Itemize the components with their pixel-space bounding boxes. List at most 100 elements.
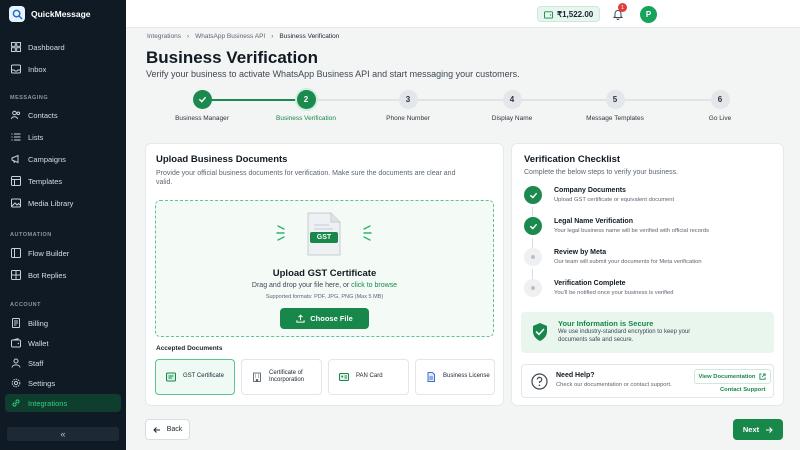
sidebar-item-staff[interactable]: Staff bbox=[5, 354, 121, 372]
step-display-name[interactable]: 4 Display Name bbox=[472, 90, 552, 123]
next-label: Next bbox=[742, 425, 760, 434]
doc-option-pan-card[interactable]: PAN Card bbox=[328, 359, 409, 395]
step-label: Business Verification bbox=[276, 115, 336, 122]
sidebar-collapse-button[interactable]: « bbox=[7, 427, 119, 441]
sidebar-item-flow-builder[interactable]: Flow Builder bbox=[5, 244, 121, 262]
nav-section-automation: AUTOMATION bbox=[10, 232, 52, 238]
sidebar-item-bot-replies[interactable]: Bot Replies bbox=[5, 266, 121, 284]
sidebar-item-lists[interactable]: Lists bbox=[5, 128, 121, 146]
doc-option-label: Business License bbox=[443, 373, 490, 380]
sidebar-item-wallet[interactable]: Wallet bbox=[5, 334, 121, 352]
step-go-live[interactable]: 6 Go Live bbox=[680, 90, 760, 123]
license-document-icon bbox=[427, 372, 435, 382]
media-icon bbox=[11, 198, 21, 208]
sidebar-item-media-library[interactable]: Media Library bbox=[5, 194, 121, 212]
sidebar: QuickMessage Dashboard Inbox MESSAGING C… bbox=[0, 0, 126, 450]
shield-check-icon bbox=[533, 323, 547, 341]
upload-documents-card: Upload Business Documents Provide your o… bbox=[145, 143, 504, 406]
checklist-item-desc: Your legal business name will be verifie… bbox=[554, 228, 709, 234]
breadcrumb-integrations[interactable]: Integrations bbox=[147, 33, 181, 40]
brand-name: QuickMessage bbox=[31, 9, 91, 19]
step-number: 4 bbox=[502, 90, 522, 109]
double-chevron-left-icon: « bbox=[60, 429, 66, 439]
next-button[interactable]: Next bbox=[733, 419, 783, 440]
sidebar-item-settings[interactable]: Settings bbox=[5, 374, 121, 392]
doc-option-gst-certificate[interactable]: GST Certificate bbox=[155, 359, 235, 395]
sidebar-item-templates[interactable]: Templates bbox=[5, 172, 121, 190]
notification-count-badge: 1 bbox=[618, 3, 627, 12]
checklist-item-title: Legal Name Verification bbox=[554, 218, 633, 225]
breadcrumb-whatsapp-api[interactable]: WhatsApp Business API bbox=[195, 33, 265, 40]
breadcrumb-current: Business Verification bbox=[279, 33, 340, 40]
step-business-manager[interactable]: Business Manager bbox=[162, 90, 242, 123]
sidebar-item-label: Settings bbox=[28, 378, 56, 388]
check-icon bbox=[192, 90, 212, 109]
choose-file-button[interactable]: Choose File bbox=[280, 308, 369, 329]
templates-icon bbox=[11, 176, 21, 186]
checklist-item-verification-complete: Verification Complete You'll be notified… bbox=[524, 279, 774, 305]
sidebar-item-label: Billing bbox=[28, 318, 49, 328]
upload-icon bbox=[296, 314, 305, 323]
doc-option-label: GST Certificate bbox=[183, 373, 224, 380]
external-link-icon bbox=[759, 373, 767, 380]
security-title: Your Information is Secure bbox=[558, 319, 654, 328]
upload-card-title: Upload Business Documents bbox=[156, 154, 288, 165]
doc-option-certificate-of-incorporation[interactable]: Certificate of Incorporation bbox=[241, 359, 322, 395]
checklist-item-title: Verification Complete bbox=[554, 280, 626, 287]
sidebar-item-label: Media Library bbox=[28, 198, 74, 208]
sidebar-item-label: Bot Replies bbox=[28, 270, 67, 280]
sidebar-item-billing[interactable]: Billing bbox=[5, 314, 121, 332]
security-notice: Your Information is Secure We use indust… bbox=[521, 312, 774, 353]
step-number: 5 bbox=[605, 90, 625, 109]
integrations-icon bbox=[12, 399, 20, 407]
security-desc: We use industry-standard encryption to k… bbox=[558, 329, 691, 343]
sidebar-item-contacts[interactable]: Contacts bbox=[5, 106, 121, 124]
sidebar-item-inbox[interactable]: Inbox bbox=[5, 60, 121, 78]
help-title: Need Help? bbox=[556, 372, 595, 379]
view-documentation-label: View Documentation bbox=[698, 373, 756, 380]
step-label: Display Name bbox=[491, 115, 533, 122]
browse-link[interactable]: click to browse bbox=[351, 282, 397, 289]
topbar bbox=[126, 0, 800, 28]
wallet-balance-badge[interactable]: ₹1,522.00 bbox=[537, 6, 601, 22]
step-phone-number[interactable]: 3 Phone Number bbox=[368, 90, 448, 123]
step-label: Business Manager bbox=[175, 115, 229, 122]
file-dropzone[interactable]: GST Upload GST Certificate Drag and drop… bbox=[155, 200, 494, 337]
sidebar-item-label: Templates bbox=[28, 176, 63, 186]
sidebar-item-label: Integrations bbox=[28, 398, 68, 408]
sidebar-item-dashboard[interactable]: Dashboard bbox=[5, 38, 121, 56]
doc-option-label: Certificate of Incorporation bbox=[269, 369, 305, 384]
checklist-item-title: Company Documents bbox=[554, 187, 626, 194]
id-card-icon bbox=[339, 373, 349, 381]
checklist-item-company-documents: Company Documents Upload GST certificate… bbox=[524, 186, 774, 212]
inbox-icon bbox=[11, 64, 21, 74]
sidebar-item-campaigns[interactable]: Campaigns bbox=[5, 150, 121, 168]
doc-option-business-license[interactable]: Business License bbox=[415, 359, 495, 395]
checklist-item-title: Review by Meta bbox=[554, 249, 607, 256]
progress-stepper: Business Manager 2 Business Verification… bbox=[146, 88, 784, 136]
wallet-balance: ₹1,522.00 bbox=[557, 9, 594, 19]
step-number: 2 bbox=[296, 90, 316, 109]
arrow-left-icon bbox=[153, 426, 160, 433]
sidebar-item-label: Wallet bbox=[28, 338, 49, 348]
back-button[interactable]: Back bbox=[145, 419, 190, 440]
view-documentation-button[interactable]: View Documentation bbox=[694, 369, 771, 384]
step-message-templates[interactable]: 5 Message Templates bbox=[575, 90, 655, 123]
back-label: Back bbox=[166, 426, 183, 433]
step-label: Message Templates bbox=[586, 115, 644, 122]
sparkle-right-icon bbox=[363, 225, 372, 241]
step-business-verification[interactable]: 2 Business Verification bbox=[266, 90, 346, 123]
checklist-subtitle: Complete the below steps to verify your … bbox=[524, 169, 679, 176]
brand[interactable]: QuickMessage bbox=[9, 6, 91, 22]
choose-file-label: Choose File bbox=[310, 314, 353, 323]
contact-support-link[interactable]: Contact Support bbox=[720, 387, 765, 393]
checklist-item-desc: Our team will submit your documents for … bbox=[554, 259, 702, 265]
wallet-icon bbox=[11, 338, 21, 348]
checklist-item-desc: You'll be notified once your business is… bbox=[554, 290, 674, 296]
chevron-right-icon: › bbox=[271, 33, 274, 40]
nav-section-account: ACCOUNT bbox=[10, 302, 41, 308]
avatar[interactable]: P bbox=[640, 6, 657, 23]
sidebar-item-label: Lists bbox=[28, 132, 44, 142]
sidebar-item-integrations[interactable]: Integrations bbox=[5, 394, 121, 412]
doc-option-label: PAN Card bbox=[356, 373, 383, 380]
